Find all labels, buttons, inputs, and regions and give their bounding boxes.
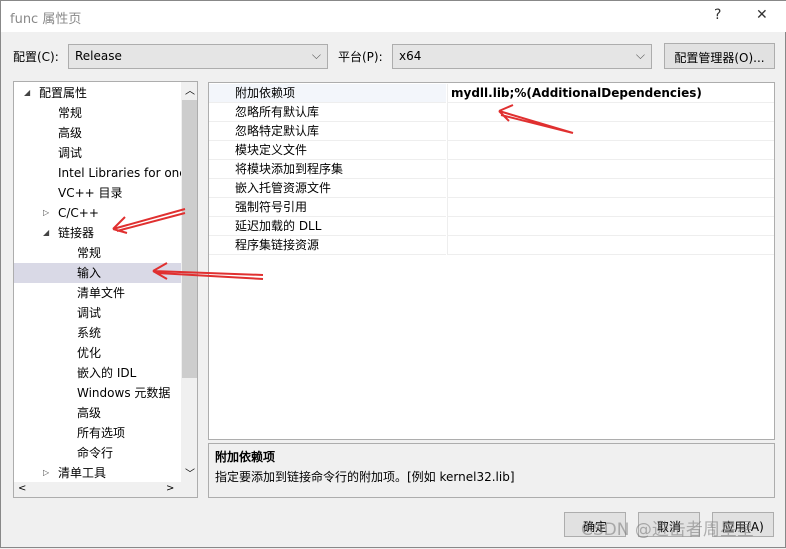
arrow-to-input: [152, 262, 264, 280]
annotation-arrows: [112, 104, 574, 280]
arrow-to-value: [498, 104, 574, 134]
arrow-to-linker: [112, 208, 186, 234]
